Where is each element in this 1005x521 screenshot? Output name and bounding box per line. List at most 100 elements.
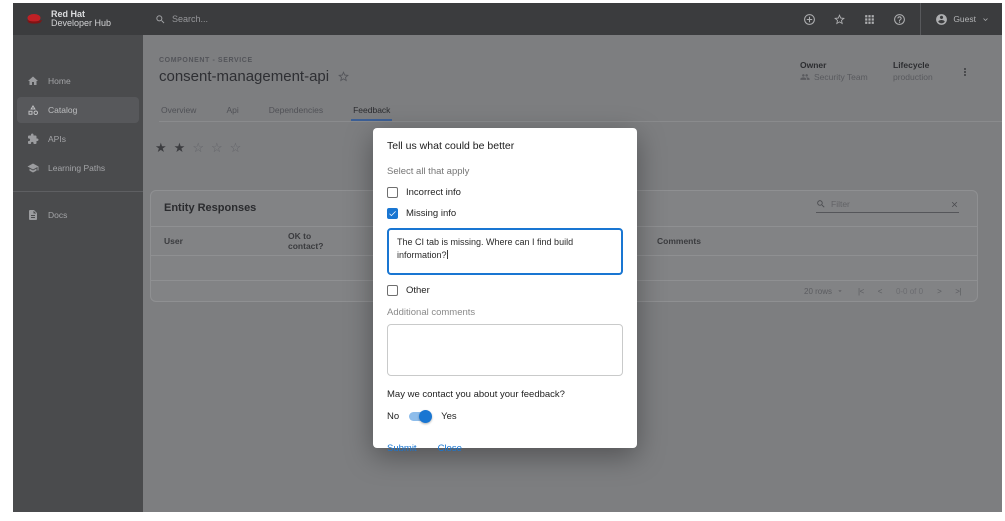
chevron-down-icon (981, 15, 990, 24)
tab-dependencies[interactable]: Dependencies (267, 100, 325, 121)
feedback-text: The CI tab is missing. Where can I find … (397, 237, 573, 260)
tab-api[interactable]: Api (224, 100, 240, 121)
checkbox-label: Incorrect info (406, 187, 461, 198)
header-divider (920, 3, 921, 35)
submit-button[interactable]: Submit (387, 443, 417, 454)
additional-comments-textarea[interactable] (387, 324, 623, 376)
brand[interactable]: Red Hat Developer Hub (13, 10, 143, 29)
sidebar-item-docs[interactable]: Docs (17, 202, 139, 228)
top-bar: Red Hat Developer Hub (13, 3, 1002, 35)
filter-input[interactable] (831, 199, 945, 209)
modal-subtitle: Select all that apply (387, 166, 623, 177)
column-comments[interactable]: Comments (657, 236, 701, 246)
contact-question: May we contact you about your feedback? (387, 389, 623, 400)
lifecycle-value: production (893, 72, 933, 82)
starred-icon[interactable] (833, 13, 846, 26)
tab-overview[interactable]: Overview (159, 100, 198, 121)
contact-toggle-row: No Yes (387, 410, 623, 423)
sidebar: Home Catalog APIs Learning Paths Docs (13, 35, 143, 512)
toggle-on-label: Yes (441, 411, 457, 422)
sidebar-item-label: Home (48, 76, 71, 86)
help-icon[interactable] (893, 13, 906, 26)
column-user[interactable]: User (164, 236, 183, 246)
first-page-icon[interactable]: |< (858, 287, 864, 296)
catalog-icon (27, 104, 39, 116)
breadcrumb: COMPONENT - SERVICE (159, 57, 253, 64)
rows-per-page-value: 20 rows (804, 287, 832, 296)
learning-paths-icon (27, 162, 39, 174)
rating-star-5[interactable] (230, 141, 242, 154)
global-search[interactable] (155, 14, 803, 25)
last-page-icon[interactable]: >| (955, 287, 961, 296)
group-icon (800, 72, 810, 82)
table-filter[interactable] (816, 199, 959, 213)
apis-icon (27, 133, 39, 145)
sidebar-item-learning-paths[interactable]: Learning Paths (17, 155, 139, 181)
star-rating (155, 141, 241, 154)
feedback-modal: Tell us what could be better Select all … (373, 128, 637, 448)
checkbox-box (387, 285, 398, 296)
checkbox-incorrect-info[interactable]: Incorrect info (387, 187, 623, 198)
prev-page-icon[interactable]: < (878, 287, 882, 296)
account-icon (935, 13, 948, 26)
user-name: Guest (953, 14, 976, 24)
kebab-menu-icon[interactable] (959, 65, 971, 84)
rows-per-page-select[interactable]: 20 rows (804, 287, 844, 296)
sidebar-item-catalog[interactable]: Catalog (17, 97, 139, 123)
rating-star-1[interactable] (155, 141, 167, 154)
feedback-textarea[interactable]: The CI tab is missing. Where can I find … (387, 228, 623, 275)
owner-label: Owner (800, 60, 868, 70)
owner-team: Security Team (814, 72, 868, 82)
modal-title: Tell us what could be better (387, 140, 623, 152)
owner-value[interactable]: Security Team (800, 72, 868, 82)
page-title: consent-management-api (159, 68, 329, 85)
entity-tabs: Overview Api Dependencies Feedback (159, 100, 1002, 122)
checkbox-box (387, 208, 398, 219)
filter-search-icon (816, 199, 826, 209)
tab-feedback[interactable]: Feedback (351, 100, 392, 121)
checkbox-label: Other (406, 285, 430, 296)
user-menu[interactable]: Guest (935, 13, 990, 26)
sidebar-item-label: Docs (48, 210, 67, 220)
additional-comments-label: Additional comments (387, 307, 623, 318)
page-title-row: consent-management-api (159, 68, 350, 85)
sidebar-item-label: Learning Paths (48, 163, 105, 173)
search-icon (155, 14, 166, 25)
checkbox-other[interactable]: Other (387, 285, 623, 296)
toggle-knob (419, 410, 432, 423)
checkbox-box (387, 187, 398, 198)
checkbox-label: Missing info (406, 208, 456, 219)
pagination-range: 0-0 of 0 (896, 287, 923, 296)
contact-toggle[interactable] (408, 410, 432, 423)
next-page-icon[interactable]: > (937, 287, 941, 296)
close-button[interactable]: Close (438, 443, 462, 454)
column-ok-to-contact[interactable]: OK to contact? (288, 231, 330, 251)
rating-star-3[interactable] (192, 141, 204, 154)
modal-actions: Submit Close (387, 443, 623, 454)
sidebar-divider (13, 191, 143, 192)
favorite-entity-icon[interactable] (337, 70, 350, 83)
lifecycle-block: Lifecycle production (893, 60, 933, 82)
clear-filter-icon[interactable] (950, 200, 959, 209)
dropdown-arrow-icon (836, 287, 844, 295)
redhat-logo-icon (24, 12, 45, 27)
browser-frame: Red Hat Developer Hub (0, 0, 1005, 521)
app-window: Red Hat Developer Hub (13, 3, 1002, 512)
header-actions (803, 13, 906, 26)
docs-icon (27, 209, 39, 221)
apps-grid-icon[interactable] (863, 13, 876, 26)
home-icon (27, 75, 39, 87)
owner-block: Owner Security Team (800, 60, 868, 82)
create-icon[interactable] (803, 13, 816, 26)
sidebar-item-home[interactable]: Home (17, 68, 139, 94)
sidebar-item-label: Catalog (48, 105, 77, 115)
checkbox-missing-info[interactable]: Missing info (387, 208, 623, 219)
sidebar-item-apis[interactable]: APIs (17, 126, 139, 152)
search-input[interactable] (172, 14, 472, 24)
brand-line2: Developer Hub (51, 19, 111, 28)
lifecycle-label: Lifecycle (893, 60, 933, 70)
rating-star-2[interactable] (174, 141, 186, 154)
check-icon (388, 209, 397, 218)
rating-star-4[interactable] (211, 141, 223, 154)
toggle-off-label: No (387, 411, 399, 422)
